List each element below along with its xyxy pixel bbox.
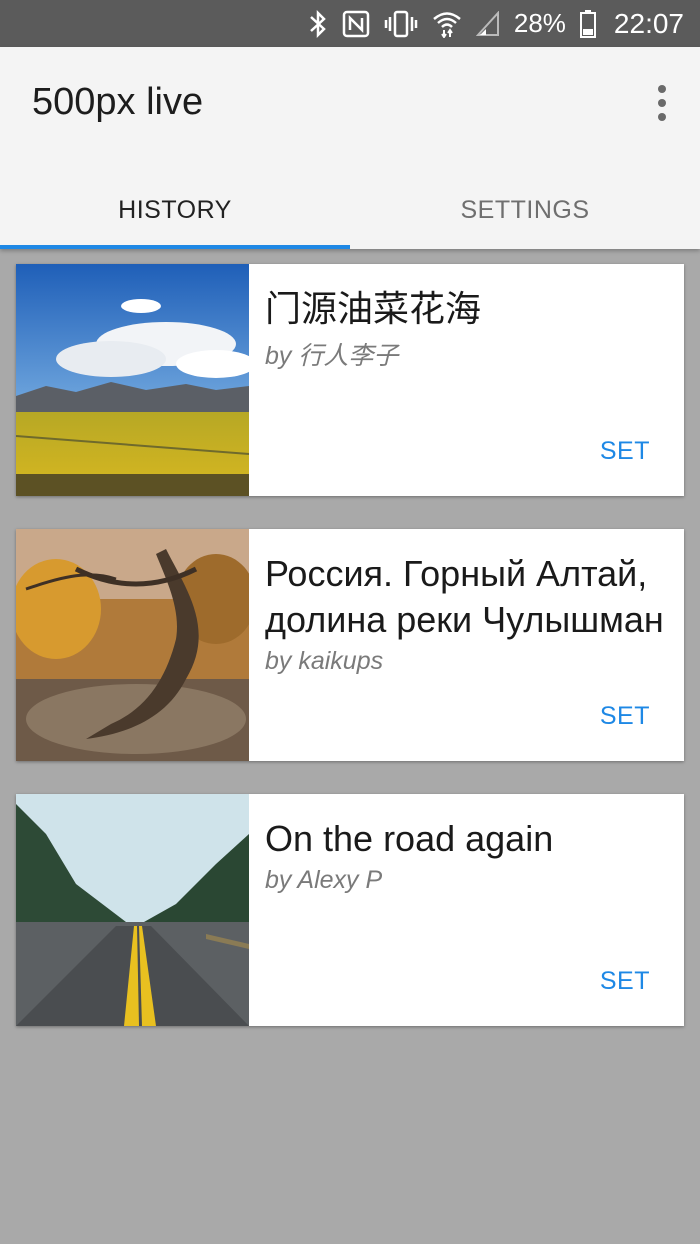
active-tab-indicator [0, 245, 350, 249]
tab-settings[interactable]: SETTINGS [350, 171, 700, 249]
tab-history[interactable]: HISTORY [0, 171, 350, 249]
set-wallpaper-button[interactable]: SET [600, 437, 650, 466]
card-body: Россия. Горный Алтай, долина реки Чулышм… [249, 529, 684, 761]
set-wallpaper-button[interactable]: SET [600, 702, 650, 731]
history-card[interactable]: 门源油菜花海 by 行人李子 SET [16, 264, 684, 496]
history-card[interactable]: Россия. Горный Алтай, долина реки Чулышм… [16, 529, 684, 761]
cell-signal-icon [475, 9, 500, 39]
tab-bar: HISTORY SETTINGS [0, 171, 700, 249]
bluetooth-icon [308, 9, 328, 39]
set-wallpaper-button[interactable]: SET [600, 967, 650, 996]
photo-author: by Alexy P [265, 866, 383, 894]
photo-author: by 行人李子 [265, 342, 399, 370]
app-bar: 500px live HISTORY SETTINGS [0, 47, 700, 249]
photo-title: Россия. Горный Алтай, долина реки Чулышм… [265, 553, 664, 640]
battery-percent: 28% [513, 8, 566, 38]
history-card[interactable]: On the road again by Alexy P SET [16, 794, 684, 1026]
overflow-menu-icon[interactable] [650, 83, 674, 123]
card-body: On the road again by Alexy P SET [249, 794, 684, 1026]
card-body: 门源油菜花海 by 行人李子 SET [249, 264, 684, 496]
photo-title: 门源油菜花海 [265, 288, 482, 329]
photo-thumbnail [16, 264, 249, 496]
photo-author: by kaikups [265, 647, 384, 675]
photo-thumbnail [16, 529, 249, 761]
wifi-icon [432, 9, 462, 39]
status-bar: 28% 22:07 [0, 0, 700, 47]
tab-history-label: HISTORY [118, 195, 232, 224]
history-list: 门源油菜花海 by 行人李子 SET Россия. Горный Алтай,… [16, 264, 684, 1059]
vibrate-icon [384, 9, 418, 39]
battery-icon [579, 9, 596, 39]
app-title: 500px live [32, 81, 204, 123]
photo-title: On the road again [265, 818, 554, 859]
nfc-icon [342, 9, 370, 39]
clock: 22:07 [613, 7, 684, 39]
tab-settings-label: SETTINGS [460, 195, 590, 224]
photo-thumbnail [16, 794, 249, 1026]
